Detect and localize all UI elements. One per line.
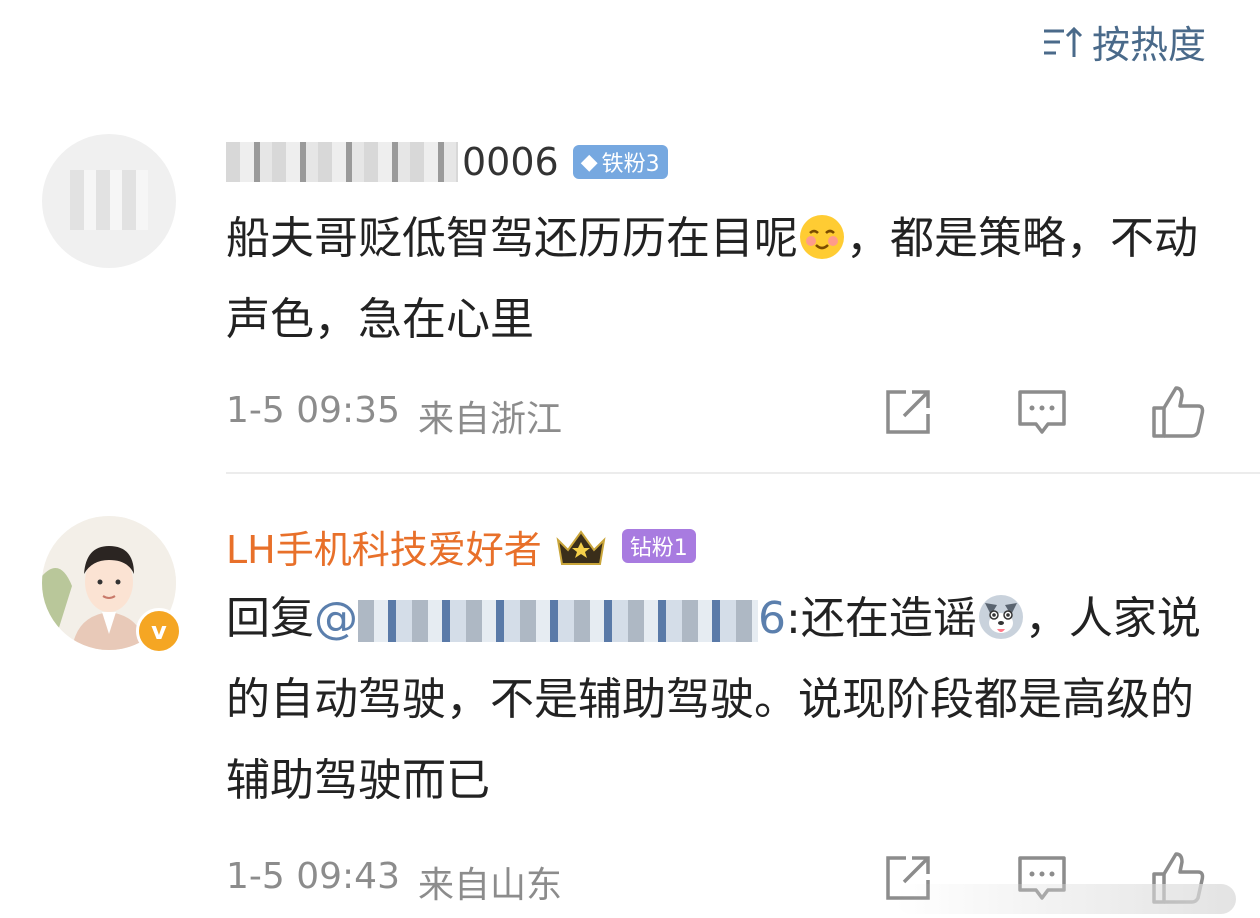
crown-icon [556, 530, 606, 565]
fan-badge-label: 铁粉3 [601, 152, 660, 177]
fan-badge: ◆ 铁粉3 [572, 145, 668, 179]
fan-badge: 钻粉1 [621, 529, 696, 563]
husky-emoji-icon [978, 595, 1023, 639]
reply-prefix: 回复 [226, 593, 314, 644]
username-redacted [226, 142, 458, 182]
mention-link[interactable]: @6 [314, 593, 786, 644]
diamond-icon: ◆ [580, 149, 598, 175]
comment-meta: 1-5 09:35 来自浙江 [226, 390, 562, 442]
username[interactable]: LH手机科技爱好者 [226, 519, 542, 574]
sort-icon [1043, 26, 1083, 57]
comment-time: 1-5 09:35 [226, 390, 400, 431]
comment-text: 回复@ 6:还在造谣 ，人家说的自动驾驶，不是辅助驾驶。说现阶段都是高级的辅助驾驶而… [226, 578, 1206, 821]
like-icon[interactable] [1150, 384, 1206, 440]
comment-header: 0006 ◆ 铁粉3 [226, 132, 668, 192]
comment-header: LH手机科技爱好者 钻粉1 [226, 516, 696, 576]
comment-text: 船夫哥贬低智驾还历历在目呢 ，都是策略，不动声色，急在心里 [226, 198, 1206, 360]
comment-meta: 1-5 09:43 来自山东 [226, 856, 562, 908]
avatar[interactable] [42, 134, 176, 268]
sort-label: 按热度 [1091, 23, 1206, 67]
watermark [896, 884, 1236, 914]
comment-location: 来自山东 [418, 865, 563, 906]
divider [226, 472, 1260, 474]
comment-icon[interactable] [1016, 386, 1068, 438]
comment-location: 来自浙江 [418, 399, 563, 440]
comment-actions [882, 384, 1206, 440]
username[interactable]: 0006 [462, 140, 559, 184]
comment-time: 1-5 09:43 [226, 856, 400, 897]
sort-by-hot-button[interactable]: 按热度 [1042, 14, 1206, 69]
mention-redacted [358, 600, 758, 642]
comment-text-part1: 船夫哥贬低智驾还历历在目呢 [226, 213, 798, 264]
verified-badge-icon: v [136, 608, 182, 654]
fan-badge-label: 钻粉1 [629, 536, 688, 561]
shy-face-emoji-icon [800, 215, 844, 259]
reply-text-part1: :还在造谣 [786, 593, 977, 644]
share-icon[interactable] [882, 386, 934, 438]
